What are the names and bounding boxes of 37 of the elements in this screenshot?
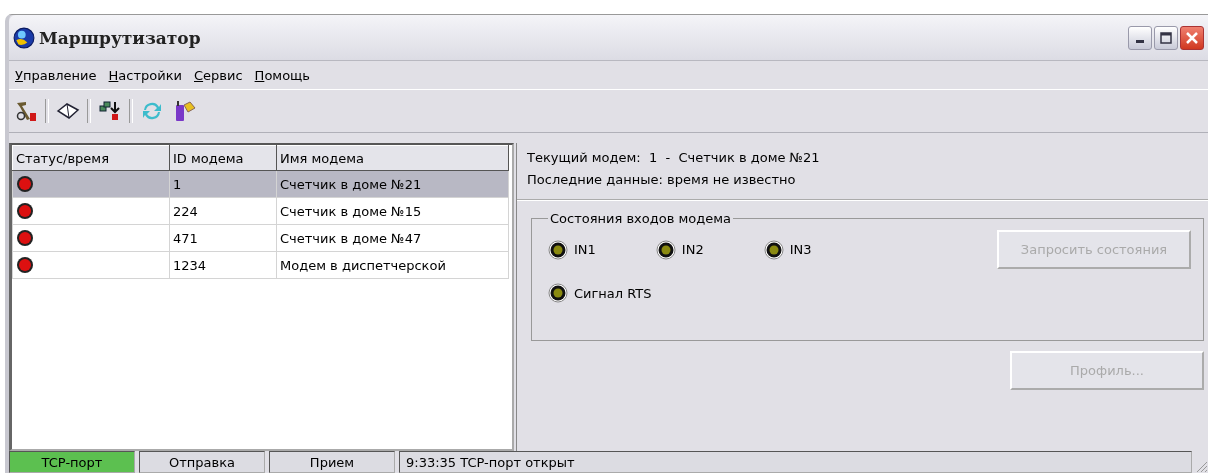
indicator-label: IN3 — [789, 242, 812, 257]
status-panel: TCP-порт — [9, 451, 135, 473]
close-icon — [1185, 30, 1199, 45]
menu-item[interactable]: Управление — [11, 67, 101, 83]
indicator-label: IN1 — [574, 242, 596, 257]
menu-item[interactable]: Сервис — [190, 67, 247, 83]
indicator-label: Сигнал RTS — [574, 285, 652, 301]
maximize-button[interactable] — [1154, 25, 1178, 50]
menu-item[interactable]: Помощь — [250, 67, 314, 83]
maximize-icon — [1160, 31, 1172, 44]
globe-icon — [13, 26, 35, 49]
windows-arrow-icon — [98, 99, 122, 123]
resize-grip-icon — [1196, 461, 1208, 473]
last-data-label: Последние данные: время не известно — [527, 171, 797, 189]
indicator-label: IN2 — [681, 242, 704, 257]
table-cell: Счетчик в доме №21 — [276, 170, 509, 198]
menu-item[interactable]: Настройки — [104, 67, 186, 83]
status-message: 9:33:35 TCP-порт открыт — [399, 451, 1192, 473]
column-header[interactable]: ID модема — [169, 145, 277, 171]
table-cell: 1 — [169, 170, 277, 198]
tools-icon — [14, 99, 38, 123]
column-header[interactable]: Имя модема — [276, 145, 509, 171]
table-cell: 1234 — [169, 251, 277, 279]
table-cell: Счетчик в доме №15 — [276, 197, 509, 225]
column-header[interactable]: Статус/время — [12, 145, 170, 171]
table-cell: 224 — [169, 197, 277, 225]
minimize-button[interactable] — [1128, 25, 1152, 50]
current-modem-label: Текущий модем: 1 - Счетчик в доме №21 — [527, 149, 821, 167]
minimize-icon — [1136, 40, 1144, 43]
table-cell: Счетчик в доме №47 — [276, 224, 509, 252]
status-panel: Отправка — [139, 451, 265, 473]
status-panel: Прием — [269, 451, 395, 473]
group-title: Состояния входов модема — [549, 211, 732, 226]
close-button[interactable] — [1180, 25, 1204, 50]
window-title: Маршрутизатор — [39, 27, 201, 48]
table-cell: Модем в диспетчерской — [276, 251, 509, 279]
table-cell: 471 — [169, 224, 277, 252]
